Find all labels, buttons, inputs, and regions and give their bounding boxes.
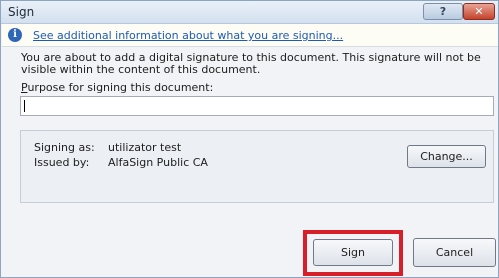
window-title: Sign <box>8 5 35 19</box>
additional-info-link[interactable]: See additional information about what yo… <box>33 29 343 42</box>
info-bar: i See additional information about what … <box>2 24 498 47</box>
close-button[interactable]: ✕ <box>463 3 495 20</box>
cancel-button[interactable]: Cancel <box>413 238 496 267</box>
text-caret <box>24 100 25 112</box>
help-icon: ? <box>439 5 447 18</box>
purpose-label-text: urpose for signing this document: <box>27 81 214 94</box>
change-button[interactable]: Change... <box>407 145 486 168</box>
info-icon: i <box>8 28 22 42</box>
close-icon: ✕ <box>474 5 484 18</box>
sign-button[interactable]: Sign <box>313 239 393 266</box>
title-bar[interactable]: Sign ? ✕ <box>1 1 498 24</box>
purpose-input[interactable] <box>20 96 494 116</box>
purpose-label: Purpose for signing this document: <box>21 81 213 94</box>
message-line-2: visible within the content of this docum… <box>21 63 261 76</box>
issued-by-value: AlfaSign Public CA <box>108 156 208 169</box>
signature-message: You are about to add a digital signature… <box>21 52 491 76</box>
signing-as-row: Signing as: utilizator test <box>34 141 181 154</box>
issued-by-label: Issued by: <box>34 156 90 169</box>
help-button[interactable]: ? <box>423 3 463 20</box>
sign-dialog: Sign ? ✕ i See additional information ab… <box>0 0 499 278</box>
signing-as-label: Signing as: <box>34 141 95 154</box>
issued-by-row: Issued by: AlfaSign Public CA <box>34 156 208 169</box>
signing-as-value: utilizator test <box>108 141 182 154</box>
signer-info-box: Signing as: utilizator test Issued by: Alf… <box>20 130 494 203</box>
